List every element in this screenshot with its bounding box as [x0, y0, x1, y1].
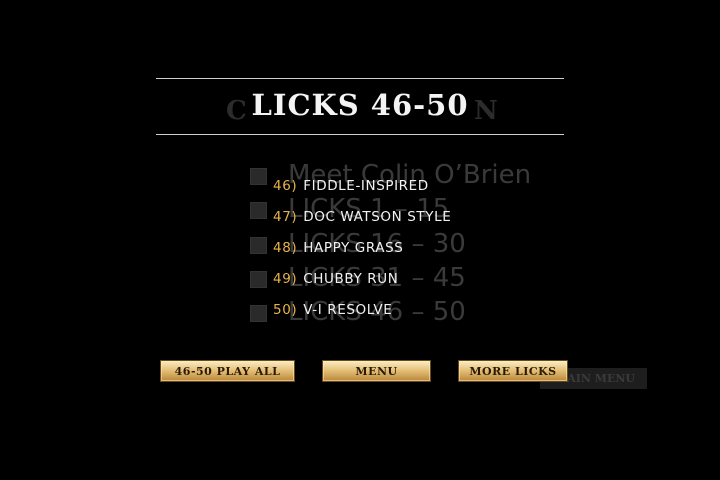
play-all-button[interactable]: 46-50 PLAY ALL — [160, 360, 295, 382]
ghost-checkbox-3 — [250, 237, 267, 254]
lick-item-46[interactable]: 46) FIDDLE-INSPIRED — [273, 178, 429, 194]
lick-item-49[interactable]: 49) CHUBBY RUN — [273, 271, 398, 287]
ghost-checkbox-2 — [250, 202, 267, 219]
lick-number: 50) — [273, 302, 298, 318]
lick-label: CHUBBY RUN — [303, 271, 399, 287]
lick-label: V-I RESOLVE — [303, 302, 393, 318]
lick-number: 49) — [273, 271, 298, 287]
page-title: LICKS 46-50 — [251, 88, 469, 122]
lick-item-48[interactable]: 48) HAPPY GRASS — [273, 240, 403, 256]
lick-item-50[interactable]: 50) V-I RESOLVE — [273, 302, 392, 318]
more-licks-button[interactable]: MORE LICKS — [458, 360, 568, 382]
lick-number: 47) — [273, 209, 298, 225]
title-rule-top — [156, 78, 564, 79]
lick-number: 48) — [273, 240, 298, 256]
lick-number: 46) — [273, 178, 298, 194]
title-rule-bottom — [156, 134, 564, 135]
ghost-checkbox-4 — [250, 271, 267, 288]
lick-label: FIDDLE-INSPIRED — [303, 178, 429, 194]
lick-item-47[interactable]: 47) DOC WATSON STYLE — [273, 209, 451, 225]
ghost-checkbox-5 — [250, 305, 267, 322]
ghost-checkbox-1 — [250, 168, 267, 185]
lick-label: DOC WATSON STYLE — [303, 209, 452, 225]
menu-button[interactable]: MENU — [322, 360, 431, 382]
lick-label: HAPPY GRASS — [303, 240, 404, 256]
